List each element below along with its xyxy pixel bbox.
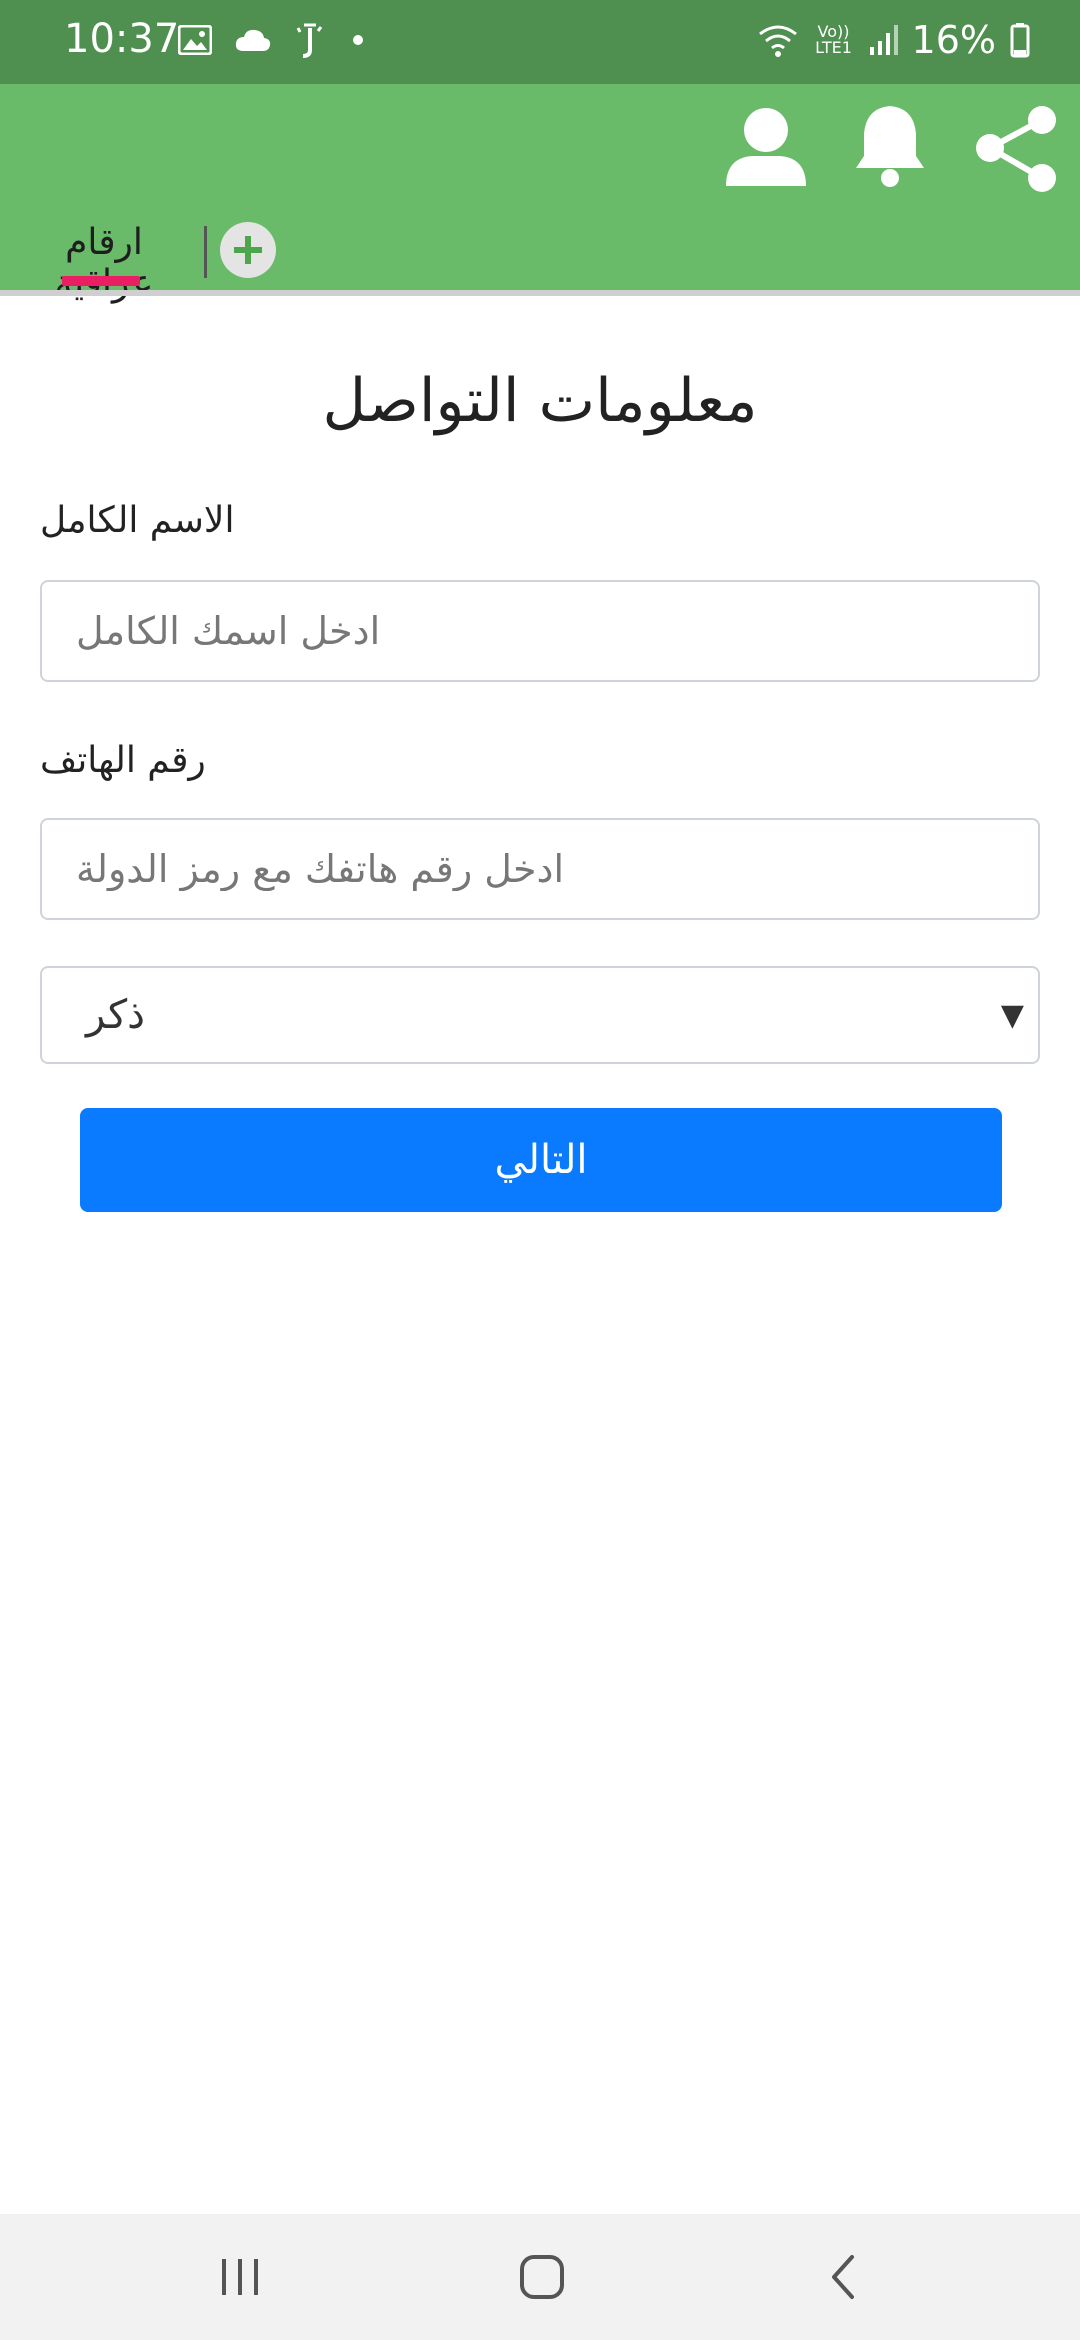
plus-icon	[234, 236, 262, 264]
notification-app-icon	[296, 23, 323, 58]
wifi-icon	[758, 25, 797, 57]
system-nav-bar	[0, 2214, 1080, 2340]
next-button-label: التالي	[494, 1137, 588, 1183]
home-button[interactable]	[482, 2242, 602, 2312]
name-input[interactable]	[42, 582, 1038, 680]
recent-apps-button[interactable]	[180, 2242, 300, 2312]
tab-indicator	[62, 276, 140, 286]
network-label: Vo)) LTE1	[815, 22, 852, 57]
battery-percent: 16%	[911, 18, 996, 62]
phone-field	[40, 818, 1040, 920]
status-bar: 10:37 Vo)) LTE1 16%	[0, 0, 1080, 84]
next-button[interactable]: التالي	[80, 1108, 1002, 1212]
add-tab-button[interactable]	[220, 222, 276, 278]
app-bar-divider	[0, 290, 1080, 296]
recent-apps-icon	[222, 2259, 258, 2295]
name-field	[40, 580, 1040, 682]
home-icon	[520, 2255, 564, 2299]
back-button[interactable]	[784, 2242, 904, 2312]
back-icon	[832, 2255, 854, 2299]
phone-input[interactable]	[42, 820, 1038, 918]
cloud-icon	[235, 29, 271, 51]
share-icon[interactable]	[972, 104, 1062, 194]
tab-iraqi-numbers[interactable]: ارقام عراقية	[14, 212, 194, 304]
gender-select-value: ذكر	[86, 992, 145, 1038]
dot-icon	[353, 35, 363, 45]
gallery-icon	[178, 25, 212, 55]
bell-icon[interactable]	[852, 100, 928, 190]
phone-field-label: رقم الهاتف	[40, 740, 206, 781]
name-field-label: الاسم الكامل	[40, 500, 235, 541]
status-time: 10:37	[64, 16, 180, 62]
profile-icon[interactable]	[722, 102, 810, 190]
signal-icon	[869, 25, 898, 55]
status-right-icons: Vo)) LTE1 16%	[756, 18, 1030, 62]
status-left-icons	[178, 22, 370, 58]
caret-down-icon: ▼	[1000, 998, 1024, 1033]
form-title: معلومات التواصل	[322, 366, 758, 436]
tab-divider	[204, 226, 207, 278]
battery-icon	[1010, 23, 1030, 58]
gender-select[interactable]: ذكر ▼	[40, 966, 1040, 1064]
app-screen: 10:37 Vo)) LTE1 16% ارقام معلومات التواص…	[0, 0, 1080, 2340]
